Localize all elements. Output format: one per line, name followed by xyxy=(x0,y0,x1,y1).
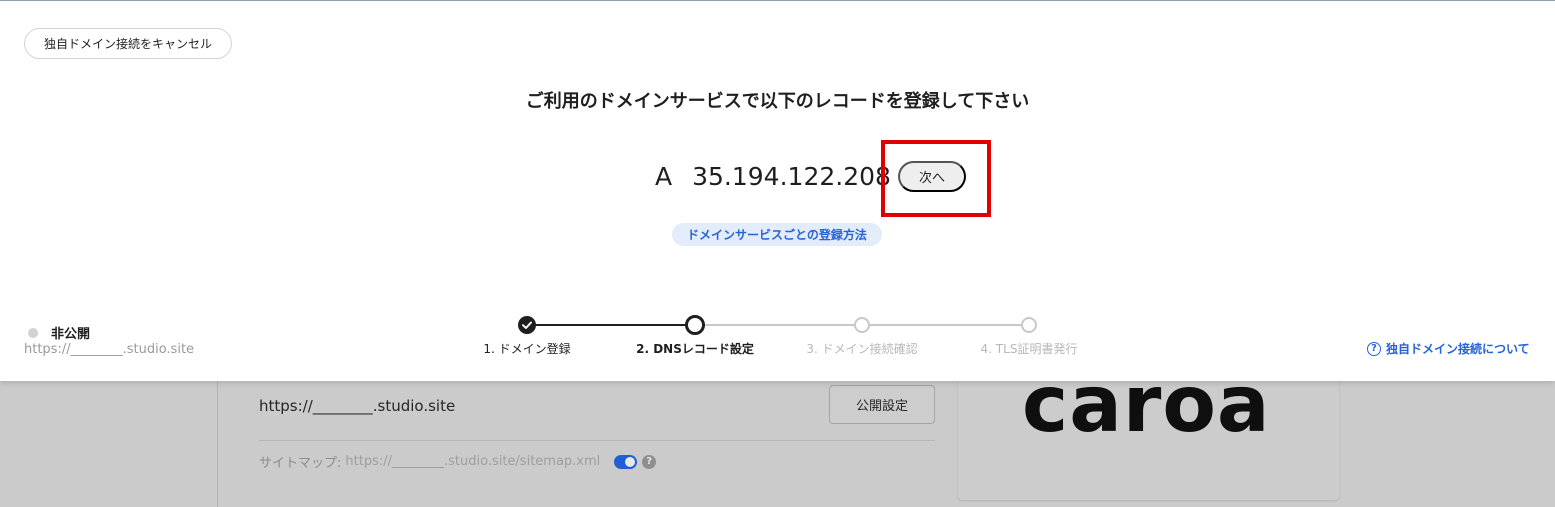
step-4-label: 4. TLS証明書発行 xyxy=(980,342,1078,356)
site-url-text: https://________.studio.site xyxy=(259,397,456,415)
highlight-annotation xyxy=(881,140,991,217)
step-connector xyxy=(695,324,862,326)
about-link-label: 独自ドメイン接続について xyxy=(1386,342,1530,356)
publish-settings-button[interactable]: 公開設定 xyxy=(829,385,935,424)
help-icon[interactable]: ? xyxy=(642,454,657,469)
sitemap-url: https://________.studio.site/sitemap.xml xyxy=(345,454,601,469)
sitemap-label: サイトマップ: xyxy=(259,456,342,471)
instruction-heading: ご利用のドメインサービスで以下のレコードを登録して下さい xyxy=(525,91,1030,112)
status-url: https://________.studio.site xyxy=(24,342,195,357)
domain-connection-panel: 独自ドメイン接続をキャンセル ご利用のドメインサービスで以下のレコードを登録して… xyxy=(0,0,1555,381)
step-2-label: 2. DNSレコード設定 xyxy=(636,342,754,356)
status-dot-icon xyxy=(28,327,38,338)
sidebar-divider xyxy=(217,381,218,507)
dns-record: A 35.194.122.208 xyxy=(655,162,891,191)
cancel-domain-connection-button[interactable]: 独自ドメイン接続をキャンセル xyxy=(24,28,232,59)
status-label: 非公開 xyxy=(51,327,91,342)
step-2-current-icon xyxy=(685,315,705,335)
record-value: 35.194.122.208 xyxy=(692,162,891,191)
record-type: A xyxy=(655,162,673,191)
page-root: https://________.studio.site 公開設定 サイトマップ… xyxy=(0,0,1555,507)
registration-howto-link[interactable]: ドメインサービスごとの登録方法 xyxy=(672,223,882,246)
question-circle-icon: ? xyxy=(1367,341,1381,356)
sitemap-row: サイトマップ: https://________.studio.site/sit… xyxy=(259,452,657,471)
step-3-pending-icon xyxy=(854,317,870,333)
publish-status: 非公開 xyxy=(28,323,90,342)
step-1-check-icon xyxy=(518,316,536,334)
step-connector xyxy=(862,324,1029,326)
about-domain-connection-link[interactable]: ? 独自ドメイン接続について xyxy=(1367,340,1530,357)
progress-stepper: 1. ドメイン登録 2. DNSレコード設定 3. ドメイン接続確認 4. TL… xyxy=(470,313,1090,363)
step-3-label: 3. ドメイン接続確認 xyxy=(806,342,918,356)
step-1-label: 1. ドメイン登録 xyxy=(483,342,571,356)
divider xyxy=(259,440,935,441)
step-connector xyxy=(527,324,695,326)
sitemap-toggle[interactable] xyxy=(614,454,638,469)
step-4-pending-icon xyxy=(1021,317,1037,333)
